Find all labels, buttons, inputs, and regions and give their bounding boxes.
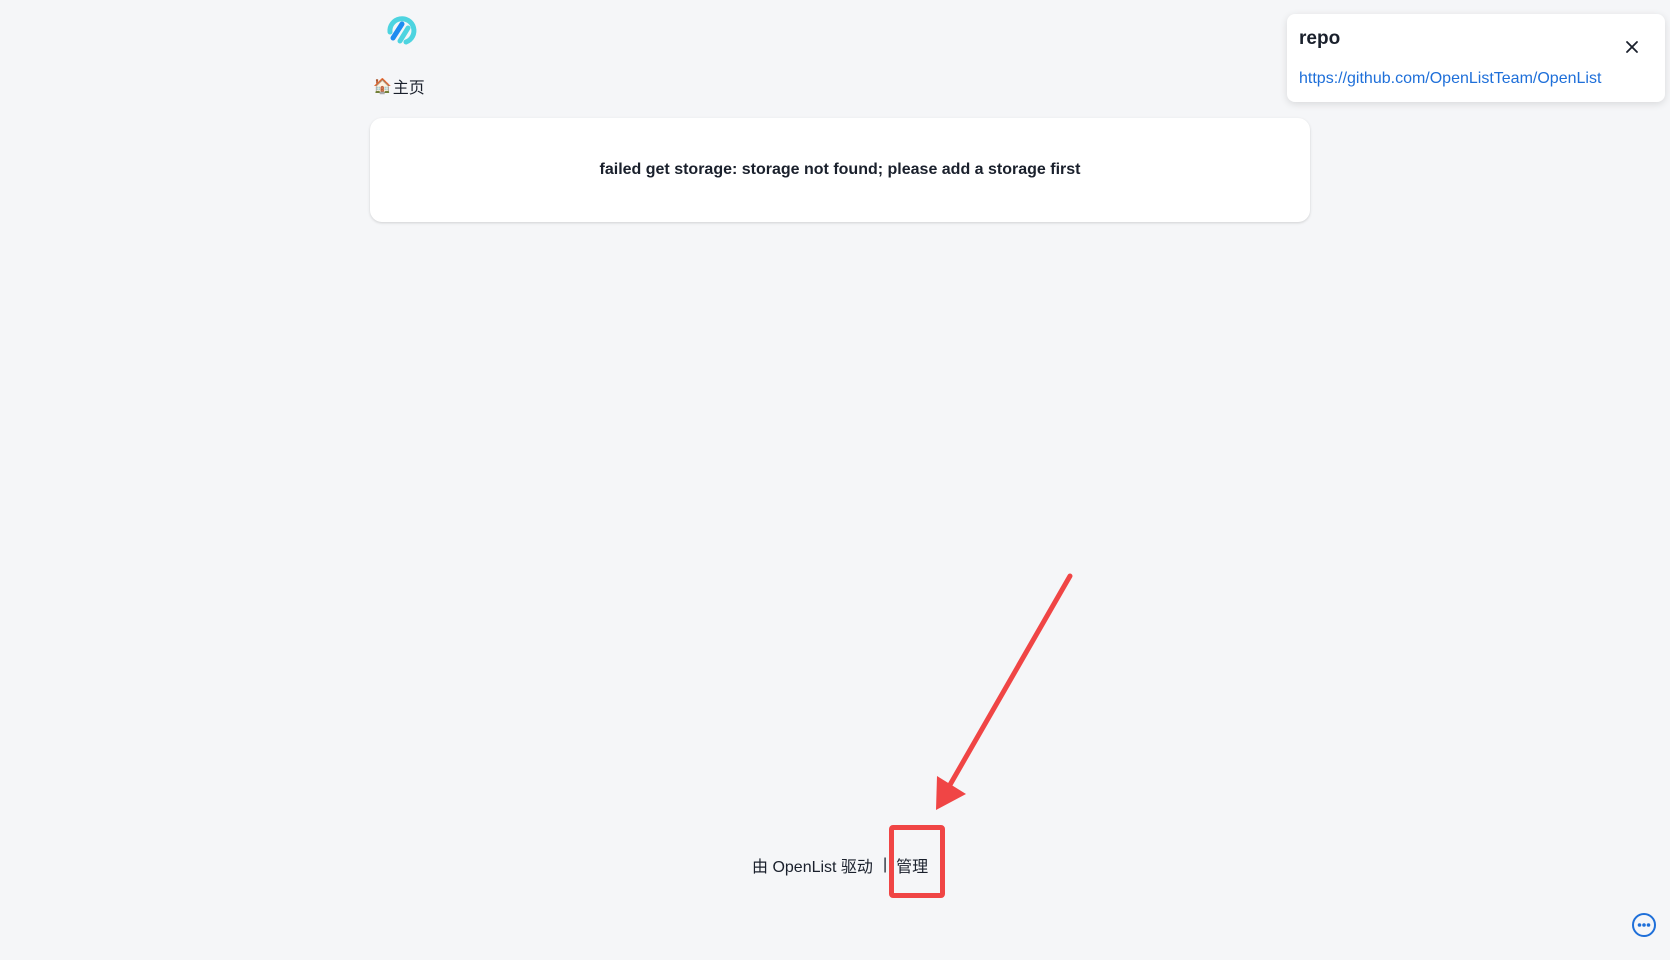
close-button[interactable] (1621, 36, 1643, 58)
footer: 由 OpenList 驱动 | 管理 (752, 853, 928, 877)
more-horizontal-circle-icon (1632, 913, 1656, 937)
error-message: failed get storage: storage not found; p… (599, 161, 1081, 178)
close-icon (1626, 41, 1638, 53)
manage-link[interactable]: 管理 (896, 853, 928, 877)
error-card: failed get storage: storage not found; p… (370, 118, 1310, 222)
openlist-logo-icon[interactable] (380, 10, 420, 50)
breadcrumb-home-label[interactable]: 主页 (393, 74, 425, 98)
repo-link[interactable]: https://github.com/OpenListTeam/OpenList (1299, 70, 1601, 88)
notification-toast: repo https://github.com/OpenListTeam/Ope… (1287, 14, 1665, 102)
powered-by-text: 由 OpenList 驱动 (752, 859, 873, 876)
more-options-button[interactable] (1631, 912, 1657, 938)
footer-separator: | (882, 856, 888, 873)
notification-title: repo (1299, 28, 1341, 49)
home-icon: 🏠 (373, 78, 392, 95)
breadcrumb[interactable]: 🏠 主页 (373, 74, 425, 98)
